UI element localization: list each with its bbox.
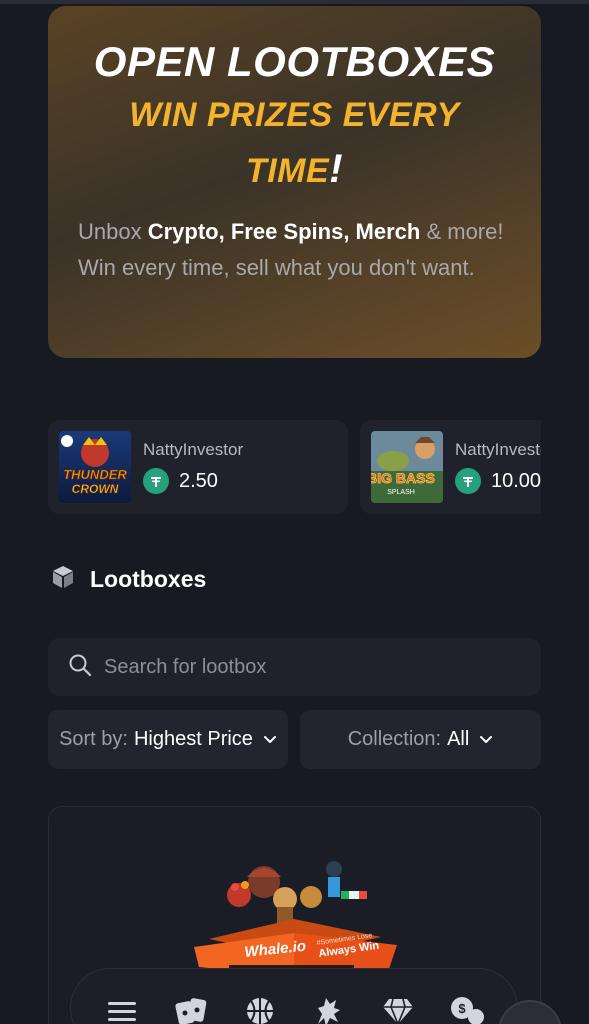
win-info: NattyInvestor 2.50 xyxy=(143,440,243,494)
hero-desc-pre: Unbox xyxy=(78,219,148,244)
search-input[interactable] xyxy=(104,655,504,679)
search-icon xyxy=(68,653,92,682)
hero-title: OPEN LOOTBOXES xyxy=(93,38,496,85)
winner-name: NattyInvestor xyxy=(143,440,244,459)
sort-dropdown[interactable]: Sort by: Highest Price xyxy=(48,710,288,769)
svg-text:CROWN: CROWN xyxy=(72,482,119,496)
recent-wins-row[interactable]: THUNDER CROWN NattyInvestor 2.50 BIG BAS… xyxy=(48,420,541,514)
win-card[interactable]: BIG BASS SPLASH NattyInvestor 10.00 xyxy=(360,420,541,514)
lootboxes-heading: Lootboxes xyxy=(50,564,206,595)
search-box[interactable] xyxy=(48,638,541,696)
winner-name: NattyInvestor xyxy=(455,440,541,459)
win-amount: 2.50 xyxy=(143,468,243,494)
box-icon xyxy=(50,564,76,595)
win-card[interactable]: THUNDER CROWN NattyInvestor 2.50 xyxy=(48,420,348,514)
svg-text:BIG BASS: BIG BASS xyxy=(371,470,435,486)
sort-label: Sort by: xyxy=(59,728,128,750)
win-amount-value: 2.50 xyxy=(179,469,218,492)
hero-subtitle: WIN PRIZES EVERY TIME! xyxy=(78,88,511,198)
hero-description: Unbox Crypto, Free Spins, Merch & more! … xyxy=(78,214,511,286)
svg-text:$: $ xyxy=(458,1001,466,1016)
collection-dropdown[interactable]: Collection: All xyxy=(300,710,541,769)
collection-label: Collection: xyxy=(347,728,442,750)
tether-icon xyxy=(143,468,169,494)
sort-value: Highest Price xyxy=(133,728,253,750)
hero-subtitle-mark: ! xyxy=(329,147,344,191)
cards-icon[interactable] xyxy=(171,991,211,1024)
coins-chat-icon[interactable]: $ xyxy=(447,991,487,1024)
dragon-icon[interactable] xyxy=(309,991,349,1024)
svg-text:THUNDER: THUNDER xyxy=(63,467,127,482)
win-amount-value: 10.00 xyxy=(491,469,541,492)
hero-desc-bold: Crypto, Free Spins, Merch xyxy=(147,219,421,244)
win-info: NattyInvestor 10.00 xyxy=(455,440,541,494)
diamond-icon[interactable] xyxy=(378,991,418,1024)
hero-banner: OPEN LOOTBOXES WIN PRIZES EVERY TIME! Un… xyxy=(48,6,541,358)
top-divider xyxy=(0,0,589,4)
chevron-down-icon xyxy=(263,728,277,751)
bottom-navigation: $ xyxy=(70,968,518,1024)
chevron-down-icon xyxy=(479,728,493,751)
basketball-icon[interactable] xyxy=(240,991,280,1024)
tether-icon xyxy=(455,468,481,494)
page: OPEN LOOTBOXES WIN PRIZES EVERY TIME! Un… xyxy=(0,0,589,1024)
hero-subtitle-text: WIN PRIZES EVERY TIME xyxy=(129,96,460,190)
game-thumbnail-thunder-crown: THUNDER CROWN xyxy=(59,431,131,503)
menu-icon[interactable] xyxy=(102,991,142,1024)
section-title: Lootboxes xyxy=(90,566,207,592)
win-amount: 10.00 xyxy=(455,468,541,494)
collection-value: All xyxy=(447,728,470,750)
game-thumbnail-big-bass-splash: BIG BASS SPLASH xyxy=(371,431,443,503)
svg-text:SPLASH: SPLASH xyxy=(387,489,415,496)
